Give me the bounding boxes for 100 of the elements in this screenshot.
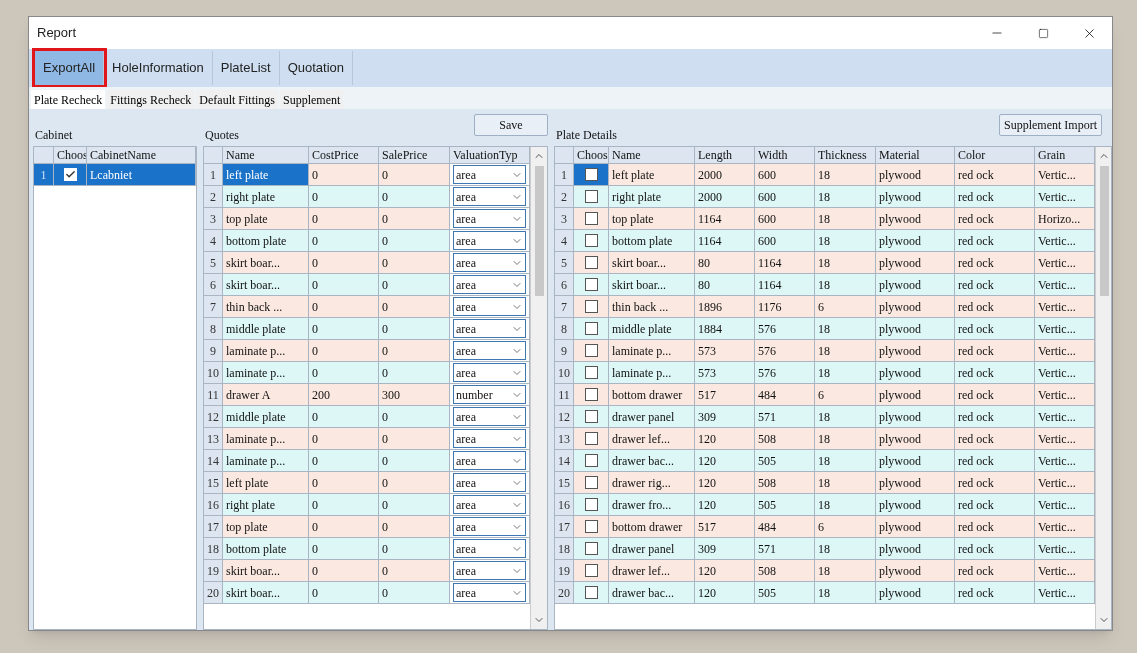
- valuation-dropdown[interactable]: area: [453, 451, 526, 470]
- checkbox[interactable]: [584, 520, 598, 533]
- scroll-thumb[interactable]: [1099, 166, 1109, 296]
- valuation-dropdown[interactable]: area: [453, 231, 526, 250]
- table-cell: drawer panel: [609, 406, 695, 428]
- checkbox[interactable]: [584, 586, 598, 599]
- valuation-dropdown[interactable]: area: [453, 165, 526, 184]
- table-cell: 600: [755, 186, 815, 208]
- tab[interactable]: Supplement: [280, 90, 344, 109]
- section-title: Quotes: [205, 127, 239, 144]
- column-header[interactable]: Length: [695, 147, 755, 164]
- table-cell: Vertic...: [1035, 516, 1095, 538]
- column-header[interactable]: CabinetName: [87, 147, 196, 164]
- table-cell: 0: [379, 494, 450, 516]
- table-cell: bottom drawer: [609, 384, 695, 406]
- scrollbar[interactable]: [530, 147, 547, 629]
- table-cell: 10: [204, 362, 223, 384]
- valuation-dropdown[interactable]: area: [453, 583, 526, 602]
- column-header[interactable]: ValuationTyp: [450, 147, 530, 164]
- column-header[interactable]: CostPrice: [309, 147, 379, 164]
- valuation-dropdown[interactable]: area: [453, 319, 526, 338]
- checkbox[interactable]: [584, 476, 598, 489]
- table-cell: 505: [755, 582, 815, 604]
- table-cell: drawer fro...: [609, 494, 695, 516]
- checkbox[interactable]: [584, 212, 598, 225]
- column-header[interactable]: Thickness: [815, 147, 876, 164]
- table-cell: top plate: [223, 516, 309, 538]
- valuation-dropdown[interactable]: area: [453, 187, 526, 206]
- table-cell: 0: [379, 472, 450, 494]
- save-button[interactable]: Save: [474, 114, 548, 136]
- valuation-dropdown[interactable]: area: [453, 473, 526, 492]
- valuation-dropdown[interactable]: area: [453, 209, 526, 228]
- valuation-dropdown[interactable]: area: [453, 517, 526, 536]
- table-cell: laminate p...: [223, 362, 309, 384]
- table-cell: 3: [555, 208, 574, 230]
- tab[interactable]: Plate Recheck: [31, 90, 106, 109]
- table-cell: 2: [555, 186, 574, 208]
- supplement-import-button[interactable]: Supplement Import: [999, 114, 1102, 136]
- table-cell: 505: [755, 494, 815, 516]
- valuation-dropdown[interactable]: area: [453, 539, 526, 558]
- checkbox[interactable]: [584, 168, 598, 181]
- checkbox[interactable]: [584, 542, 598, 555]
- table-cell: drawer bac...: [609, 450, 695, 472]
- table-cell: 18: [815, 472, 876, 494]
- checkbox[interactable]: [584, 344, 598, 357]
- table-cell: plywood: [876, 252, 955, 274]
- toolbar-button[interactable]: HoleInformation: [104, 51, 213, 85]
- column-header[interactable]: Grain: [1035, 147, 1095, 164]
- valuation-dropdown[interactable]: number: [453, 385, 526, 404]
- checkbox[interactable]: [584, 498, 598, 511]
- table-cell: 5: [204, 252, 223, 274]
- checkbox[interactable]: [584, 454, 598, 467]
- column-header[interactable]: Name: [609, 147, 695, 164]
- table-cell: 1176: [755, 296, 815, 318]
- column-header[interactable]: Choos: [574, 147, 609, 164]
- checkbox[interactable]: [584, 410, 598, 423]
- valuation-dropdown[interactable]: area: [453, 341, 526, 360]
- table-cell: plywood: [876, 582, 955, 604]
- checkbox[interactable]: [584, 388, 598, 401]
- table-cell: 0: [309, 582, 379, 604]
- table-cell: skirt boar...: [223, 560, 309, 582]
- column-header[interactable]: SalePrice: [379, 147, 450, 164]
- checkbox[interactable]: [584, 322, 598, 335]
- column-header[interactable]: Color: [955, 147, 1035, 164]
- checkbox[interactable]: [584, 234, 598, 247]
- checkbox[interactable]: [584, 190, 598, 203]
- tab[interactable]: Fittings Recheck: [107, 90, 195, 109]
- scroll-thumb[interactable]: [534, 166, 544, 296]
- table-cell: 0: [379, 274, 450, 296]
- toolbar-button[interactable]: Quotation: [279, 51, 354, 85]
- column-header[interactable]: Width: [755, 147, 815, 164]
- valuation-dropdown[interactable]: area: [453, 429, 526, 448]
- checkbox[interactable]: [584, 564, 598, 577]
- valuation-dropdown[interactable]: area: [453, 297, 526, 316]
- table-cell: red ock: [955, 186, 1035, 208]
- valuation-dropdown[interactable]: area: [453, 363, 526, 382]
- table-cell: 18: [815, 494, 876, 516]
- valuation-dropdown[interactable]: area: [453, 275, 526, 294]
- checkbox[interactable]: [584, 366, 598, 379]
- table-cell: Vertic...: [1035, 230, 1095, 252]
- checkbox[interactable]: [584, 256, 598, 269]
- toolbar-button[interactable]: PlateList: [212, 51, 280, 85]
- checkbox[interactable]: [584, 300, 598, 313]
- checkbox[interactable]: [584, 278, 598, 291]
- table-cell: 0: [379, 296, 450, 318]
- table-cell: 14: [204, 450, 223, 472]
- valuation-dropdown[interactable]: area: [453, 407, 526, 426]
- scrollbar[interactable]: [1095, 147, 1111, 629]
- column-header[interactable]: Name: [223, 147, 309, 164]
- table-cell: 600: [755, 164, 815, 186]
- toolbar-button[interactable]: ExportAll: [35, 51, 105, 85]
- valuation-dropdown[interactable]: area: [453, 495, 526, 514]
- checkbox[interactable]: [584, 432, 598, 445]
- column-header[interactable]: Material: [876, 147, 955, 164]
- valuation-dropdown[interactable]: area: [453, 253, 526, 272]
- table-cell: 19: [204, 560, 223, 582]
- table-cell: red ock: [955, 472, 1035, 494]
- table-cell: plywood: [876, 318, 955, 340]
- tab[interactable]: Default Fittings: [196, 90, 278, 109]
- valuation-dropdown[interactable]: area: [453, 561, 526, 580]
